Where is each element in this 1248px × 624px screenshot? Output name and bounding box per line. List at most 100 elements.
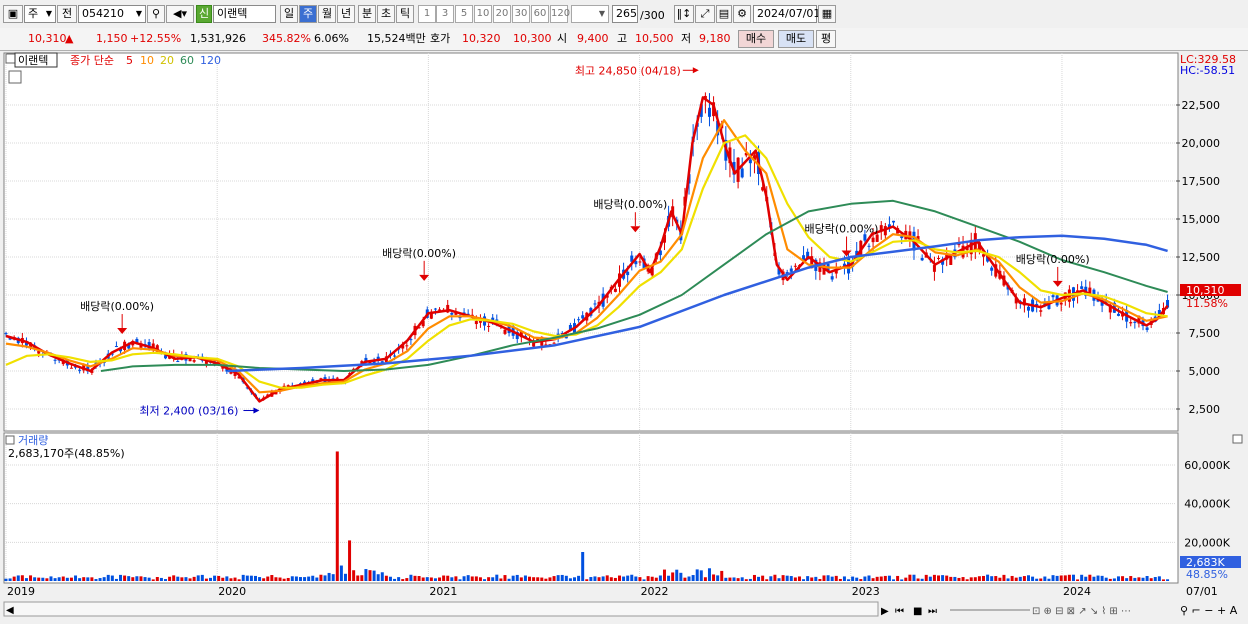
- volume-bar: [253, 575, 257, 581]
- gear-icon[interactable]: ⚙: [733, 5, 751, 23]
- volume-bar: [483, 579, 487, 581]
- volume-bar: [887, 575, 891, 581]
- volume-bar: [1080, 574, 1084, 581]
- volume-bar: [822, 575, 826, 581]
- volume-panel-close-icon[interactable]: [1232, 434, 1243, 444]
- volume-bar: [204, 578, 208, 581]
- calendar-icon[interactable]: ▦: [818, 5, 836, 23]
- bar-count-input[interactable]: 265: [612, 5, 638, 23]
- volume-bar: [585, 579, 589, 581]
- volume-bar: [409, 574, 413, 581]
- period-button-3[interactable]: 년: [337, 5, 355, 23]
- scroll-right-icon[interactable]: ▶: [881, 606, 889, 617]
- stop-icon[interactable]: ■: [913, 606, 922, 617]
- volume-bar: [560, 574, 564, 581]
- date-input[interactable]: 2024/07/01: [753, 5, 820, 23]
- volume-bar: [761, 575, 765, 581]
- sound-icon[interactable]: ◀▾: [166, 5, 194, 23]
- period-button-5[interactable]: 초: [377, 5, 395, 23]
- eval-button[interactable]: 평: [816, 30, 836, 48]
- volume-bar: [1010, 575, 1014, 581]
- last-price-value: 10,310: [1186, 284, 1225, 297]
- volume-bar: [237, 579, 241, 581]
- interval-button-0[interactable]: 1: [418, 5, 436, 23]
- volume-bar: [605, 575, 609, 581]
- data-table-icon[interactable]: [8, 70, 22, 84]
- period-button-1[interactable]: 주: [299, 5, 317, 23]
- volume-bar: [360, 575, 364, 581]
- volume-bar: [478, 577, 482, 581]
- sell-button[interactable]: 매도: [778, 30, 814, 48]
- trade-amount: 15,524백만: [367, 32, 426, 45]
- volume-bar: [748, 578, 752, 581]
- price-tick-label: 2,500: [1189, 403, 1221, 416]
- candle-body: [932, 265, 936, 272]
- volume-bar: [777, 578, 781, 581]
- candle-body: [613, 288, 617, 292]
- interval-button-1[interactable]: 3: [436, 5, 454, 23]
- candle-body: [114, 346, 118, 348]
- volume-bar: [900, 579, 904, 581]
- volume-bar: [1063, 575, 1067, 581]
- crosshair-tools-icon[interactable]: ⊡ ⊕ ⊟ ⊠ ↗ ↘ ⌇ ⊞ ⋯: [1032, 606, 1131, 617]
- stock-name-field[interactable]: 이랜텍: [213, 5, 276, 23]
- horizontal-scrollbar[interactable]: [3, 601, 879, 617]
- volume-panel[interactable]: [3, 432, 1179, 584]
- interval-button-4[interactable]: 20: [493, 5, 511, 23]
- volume-bar: [1161, 579, 1165, 581]
- chart-window-icon[interactable]: ▣: [3, 5, 23, 23]
- volume-legend-box-icon[interactable]: [5, 435, 15, 445]
- custom-interval-select[interactable]: ▼: [571, 5, 609, 23]
- interval-button-3[interactable]: 10: [474, 5, 492, 23]
- volume-bar: [200, 574, 204, 581]
- volume-bar: [646, 576, 650, 581]
- volume-bar: [274, 577, 278, 581]
- interval-button-5[interactable]: 30: [512, 5, 530, 23]
- volume-bar: [806, 576, 810, 581]
- volume-bar: [589, 577, 593, 581]
- volume-bar: [949, 576, 953, 581]
- candle-style-icon[interactable]: ‖↕: [674, 5, 694, 23]
- go-first-icon[interactable]: ⏮: [895, 606, 904, 617]
- volume-bar: [904, 577, 908, 581]
- scroll-left-icon[interactable]: ◀: [6, 605, 14, 616]
- period-button-2[interactable]: 월: [318, 5, 336, 23]
- price-panel[interactable]: [3, 52, 1179, 432]
- volume-bar: [208, 577, 212, 581]
- save-icon[interactable]: ▤: [716, 5, 732, 23]
- go-last-icon[interactable]: ⏭: [928, 606, 937, 617]
- prev-button[interactable]: 전: [57, 5, 77, 23]
- candle-body: [69, 367, 73, 369]
- volume-bar: [1018, 576, 1022, 581]
- volume-bar: [331, 574, 335, 581]
- search-icon[interactable]: ⚲: [147, 5, 165, 23]
- period-button-6[interactable]: 틱: [396, 5, 414, 23]
- period-button-4[interactable]: 분: [358, 5, 376, 23]
- volume-bar: [928, 576, 932, 581]
- volume-bar: [773, 574, 777, 581]
- candle-body: [1116, 313, 1120, 316]
- volume-bar: [581, 552, 585, 581]
- volume-bar: [924, 574, 928, 581]
- trendline-icon[interactable]: ⤢: [695, 5, 715, 23]
- legend-box-icon[interactable]: [5, 53, 16, 64]
- hoga-label: 호가: [430, 32, 451, 45]
- interval-button-2[interactable]: 5: [455, 5, 473, 23]
- interval-button-7[interactable]: 120: [550, 5, 570, 23]
- volume-bar: [875, 576, 879, 581]
- interval-button-6[interactable]: 60: [531, 5, 549, 23]
- low-label: 저: [681, 32, 692, 45]
- candle-body: [740, 168, 744, 178]
- zoom-tools-icon[interactable]: ⚲ ⌐ − + A: [1180, 604, 1238, 617]
- volume-bar: [912, 574, 916, 581]
- candle-body: [487, 325, 491, 327]
- stock-code-input[interactable]: 054210 ▼: [78, 5, 146, 23]
- candle-body: [937, 257, 941, 259]
- volume-bar: [977, 576, 981, 581]
- volume-bar: [266, 576, 270, 581]
- legend-ma20: 20: [160, 54, 174, 67]
- period-type-select[interactable]: 주 ▼: [24, 5, 56, 23]
- stock-chart[interactable]: 2,5005,0007,50010,00012,50015,00017,5002…: [0, 51, 1248, 621]
- buy-button[interactable]: 매수: [738, 30, 774, 48]
- period-button-0[interactable]: 일: [280, 5, 298, 23]
